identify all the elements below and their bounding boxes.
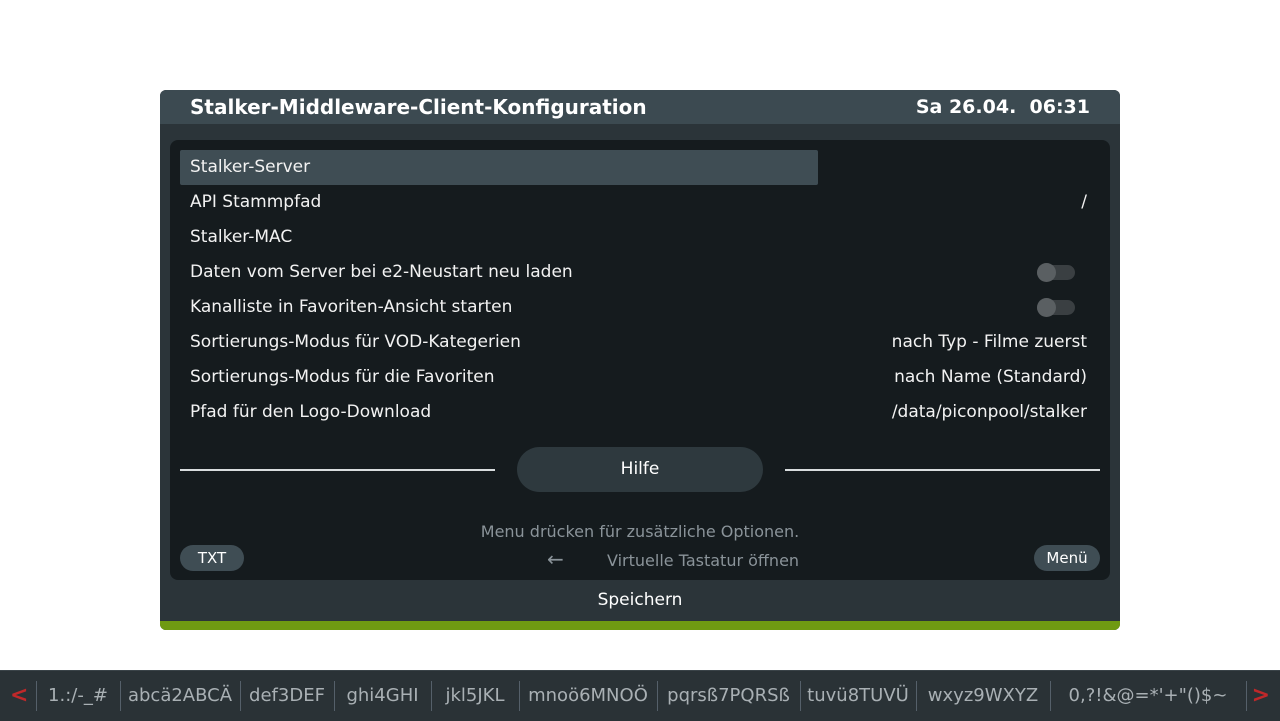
keyboard-hint: ← Virtuelle Tastatur öffnen [547, 548, 799, 572]
setting-label: Pfad für den Logo-Download [190, 402, 432, 422]
setting-value: / [1081, 192, 1087, 212]
keyboard-key-6[interactable]: mnoö6MNOÖ [520, 683, 656, 709]
setting-label: Stalker-MAC [190, 227, 293, 247]
keyboard-right-arrow-icon[interactable]: > [1252, 683, 1270, 709]
keyboard-key-3[interactable]: def3DEF [241, 683, 333, 709]
setting-api-root-path[interactable]: API Stammpfad / [180, 185, 1090, 220]
setting-favorites-sort-mode[interactable]: Sortierungs-Modus für die Favoriten nach… [180, 360, 1090, 395]
setting-label: Daten vom Server bei e2-Neustart neu lad… [190, 262, 573, 282]
window-title: Stalker-Middleware-Client-Konfiguration [190, 95, 647, 119]
divider-right [785, 469, 1100, 471]
keyboard-key-9[interactable]: wxyz9WXYZ [917, 683, 1049, 709]
setting-stalker-mac[interactable]: Stalker-MAC [180, 220, 1090, 255]
date-time: Sa 26.04. 06:31 [915, 96, 1090, 118]
reload-toggle[interactable] [1037, 263, 1075, 282]
setting-label: Stalker-Server [190, 157, 311, 177]
keyboard-key-8[interactable]: tuvü8TUVÜ [801, 683, 915, 709]
left-arrow-icon: ← [547, 547, 564, 571]
setting-stalker-server[interactable]: Stalker-Server [180, 150, 1090, 185]
toggle-knob [1037, 263, 1056, 282]
setting-label: Kanalliste in Favoriten-Ansicht starten [190, 297, 513, 317]
setting-start-in-favorites[interactable]: Kanalliste in Favoriten-Ansicht starten [180, 290, 1090, 325]
keyboard-key-4[interactable]: ghi4GHI [335, 683, 430, 709]
setting-label: Sortierungs-Modus für die Favoriten [190, 367, 495, 387]
config-window: Stalker-Middleware-Client-Konfiguration … [160, 90, 1120, 630]
keyboard-key-1[interactable]: 1.:/-_# [37, 683, 119, 709]
virtual-keyboard-bar: < 1.:/-_# abcä2ABCÄ def3DEF ghi4GHI jkl5… [0, 670, 1280, 721]
setting-reload-on-restart[interactable]: Daten vom Server bei e2-Neustart neu lad… [180, 255, 1090, 290]
save-button[interactable]: Speichern [160, 588, 1120, 612]
divider-left [180, 469, 495, 471]
setting-label: API Stammpfad [190, 192, 322, 212]
setting-vod-sort-mode[interactable]: Sortierungs-Modus für VOD-Kategerien nac… [180, 325, 1090, 360]
keyboard-key-7[interactable]: pqrsß7PQRSß [658, 683, 799, 709]
keyboard-hint-text: Virtuelle Tastatur öffnen [607, 551, 800, 570]
menu-hint: Menu drücken für zusätzliche Optionen. [480, 522, 800, 541]
favorites-toggle[interactable] [1037, 298, 1075, 317]
setting-value: nach Name (Standard) [894, 367, 1087, 387]
setting-value: /data/piconpool/stalker [891, 402, 1087, 422]
keyboard-key-2[interactable]: abcä2ABCÄ [121, 683, 239, 709]
green-key-bar [160, 621, 1120, 630]
txt-button[interactable]: TXT [180, 545, 244, 571]
setting-label: Sortierungs-Modus für VOD-Kategerien [190, 332, 521, 352]
settings-panel: Stalker-Server API Stammpfad / Stalker-M… [170, 140, 1110, 580]
keyboard-key-5[interactable]: jkl5JKL [432, 683, 518, 709]
help-button[interactable]: Hilfe [517, 447, 763, 492]
title-bar: Stalker-Middleware-Client-Konfiguration … [160, 90, 1120, 124]
key-separator [1246, 681, 1247, 711]
toggle-knob [1037, 298, 1056, 317]
setting-value: nach Typ - Filme zuerst [891, 332, 1087, 352]
setting-logo-download-path[interactable]: Pfad für den Logo-Download /data/piconpo… [180, 395, 1090, 430]
keyboard-key-0[interactable]: 0,?!&@=*'+"()$~ [1051, 683, 1245, 709]
menu-button[interactable]: Menü [1034, 545, 1100, 571]
keyboard-left-arrow-icon[interactable]: < [10, 683, 28, 709]
